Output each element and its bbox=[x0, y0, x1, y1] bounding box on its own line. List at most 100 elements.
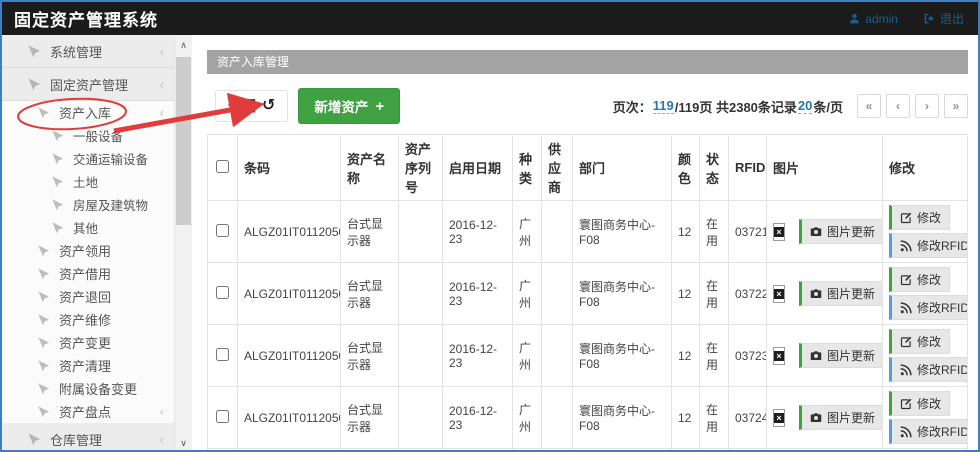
page-size-link[interactable]: 20 bbox=[798, 98, 812, 114]
cell-date: 2016-12-23 bbox=[443, 201, 513, 263]
col-header-name: 资产名称 bbox=[341, 135, 399, 201]
assets-table: 条码 资产名称 资产序列号 启用日期 种类 供应商 部门 颜色 状态 RFID … bbox=[207, 134, 968, 452]
first-page-button[interactable]: « bbox=[857, 94, 881, 118]
cell-rfid: 03723 bbox=[729, 325, 767, 387]
cell-category: 广州 bbox=[513, 387, 542, 449]
cell-serial bbox=[399, 449, 443, 452]
sidebar-menu-item[interactable]: 资产入库 ‹ bbox=[2, 101, 174, 124]
sidebar-menu-item[interactable]: 土地 bbox=[2, 170, 174, 193]
col-header-barcode: 条码 bbox=[238, 135, 341, 201]
sidebar-menu-item[interactable]: 资产维修 bbox=[2, 308, 174, 331]
camera-icon bbox=[810, 350, 822, 362]
sidebar-menu-item[interactable]: 附属设备变更 bbox=[2, 377, 174, 400]
send-icon bbox=[38, 337, 50, 349]
cell-rfid: 03724 bbox=[729, 387, 767, 449]
send-icon bbox=[38, 291, 50, 303]
send-icon bbox=[52, 130, 64, 142]
sidebar-menu-item[interactable]: 仓库管理 ‹ bbox=[2, 423, 174, 452]
edit-button[interactable]: 修改 bbox=[889, 391, 950, 416]
camera-icon bbox=[810, 226, 822, 238]
send-icon bbox=[28, 45, 41, 58]
main-content: 资产入库管理 返回 ↺ 新增资产 + 页次： 119 /119页 共2380条记… bbox=[192, 35, 978, 452]
edit-rfid-button[interactable]: 修改RFID bbox=[889, 295, 968, 320]
current-page-link[interactable]: 119 bbox=[653, 98, 674, 114]
col-header-supplier: 供应商 bbox=[542, 135, 573, 201]
cell-barcode: ALGZ01IT0112050015 bbox=[238, 263, 341, 325]
image-update-button[interactable]: 图片更新 bbox=[799, 219, 883, 244]
logout-link[interactable]: 退出 bbox=[924, 10, 964, 27]
sidebar-item-label: 资产入库 bbox=[59, 103, 160, 122]
chevron-left-icon: ‹ bbox=[160, 44, 164, 59]
cell-status: 在用 bbox=[700, 325, 729, 387]
logout-label: 退出 bbox=[940, 10, 964, 27]
chevron-left-icon: ‹ bbox=[160, 105, 164, 120]
prev-page-button[interactable]: ‹ bbox=[886, 94, 910, 118]
image-update-button[interactable]: 图片更新 bbox=[799, 405, 883, 430]
cell-color: 12 bbox=[672, 201, 700, 263]
row-checkbox[interactable] bbox=[216, 286, 229, 299]
sidebar-menu-item[interactable]: 资产领用 bbox=[2, 239, 174, 262]
cell-rfid: 03722 bbox=[729, 263, 767, 325]
row-checkbox[interactable] bbox=[216, 410, 229, 423]
col-header-picture: 图片 bbox=[767, 135, 883, 201]
col-header-status: 状态 bbox=[700, 135, 729, 201]
sidebar-menu-item[interactable]: 固定资产管理 ‹ bbox=[2, 68, 174, 101]
next-page-button[interactable]: › bbox=[915, 94, 939, 118]
cell-name: 台式显示器 bbox=[341, 201, 399, 263]
rss-icon bbox=[900, 240, 912, 252]
edit-rfid-button[interactable]: 修改RFID bbox=[889, 233, 968, 258]
sidebar-menu-item[interactable]: 其他 bbox=[2, 216, 174, 239]
sidebar-menu-item[interactable]: 资产借用 bbox=[2, 262, 174, 285]
send-icon bbox=[52, 176, 64, 188]
send-icon bbox=[28, 433, 41, 446]
edit-button[interactable]: 修改 bbox=[889, 205, 950, 230]
cell-serial bbox=[399, 387, 443, 449]
sidebar-item-label: 资产维修 bbox=[59, 310, 164, 329]
edit-button[interactable]: 修改 bbox=[889, 329, 950, 354]
sidebar-item-label: 房屋及建筑物 bbox=[73, 195, 164, 214]
add-asset-button[interactable]: 新增资产 + bbox=[298, 88, 400, 124]
cell-serial bbox=[399, 263, 443, 325]
scrollbar-thumb[interactable] bbox=[176, 57, 191, 225]
sidebar-menu-item[interactable]: 资产盘点 ‹ bbox=[2, 400, 174, 423]
last-page-button[interactable]: » bbox=[944, 94, 968, 118]
sidebar-menu-item[interactable]: 交通运输设备 bbox=[2, 147, 174, 170]
cell-barcode: ALGZ01IT0112050018 bbox=[238, 449, 341, 452]
row-checkbox[interactable] bbox=[216, 224, 229, 237]
cell-category: 广州 bbox=[513, 263, 542, 325]
app-title: 固定资产管理系统 bbox=[14, 6, 158, 31]
sidebar-menu-item[interactable]: 房屋及建筑物 bbox=[2, 193, 174, 216]
image-update-button[interactable]: 图片更新 bbox=[799, 281, 883, 306]
edit-rfid-button[interactable]: 修改RFID bbox=[889, 357, 968, 382]
sidebar-menu-item[interactable]: 一般设备 bbox=[2, 124, 174, 147]
send-icon bbox=[38, 245, 50, 257]
cell-name: 台式显示器 bbox=[341, 263, 399, 325]
table-row: ALGZ01IT0112050018 台式显示器 2016-12-23 广州 寰… bbox=[208, 449, 968, 452]
sidebar-menu-item[interactable]: 资产清理 bbox=[2, 354, 174, 377]
cell-color: 12 bbox=[672, 263, 700, 325]
image-update-button[interactable]: 图片更新 bbox=[799, 343, 883, 368]
edit-button[interactable]: 修改 bbox=[889, 267, 950, 292]
scroll-down-icon[interactable]: ∨ bbox=[175, 435, 192, 452]
select-all-checkbox[interactable] bbox=[216, 160, 229, 173]
broken-image-icon: × bbox=[773, 409, 785, 427]
cell-category: 广州 bbox=[513, 201, 542, 263]
col-header-color: 颜色 bbox=[672, 135, 700, 201]
col-header-department: 部门 bbox=[573, 135, 672, 201]
back-button[interactable]: 返回 ↺ bbox=[215, 90, 288, 122]
cell-color: 12 bbox=[672, 449, 700, 452]
scroll-up-icon[interactable]: ∧ bbox=[175, 37, 192, 54]
edit-icon bbox=[900, 274, 912, 286]
cell-barcode: ALGZ01IT0112050017 bbox=[238, 387, 341, 449]
sidebar-menu-item[interactable]: 系统管理 ‹ bbox=[2, 35, 174, 68]
sidebar-scrollbar[interactable]: ∧ ∨ bbox=[174, 35, 192, 452]
cell-status: 在用 bbox=[700, 201, 729, 263]
cell-date: 2016-12-23 bbox=[443, 387, 513, 449]
user-account-link[interactable]: admin bbox=[849, 12, 898, 26]
row-checkbox[interactable] bbox=[216, 348, 229, 361]
sidebar-item-label: 交通运输设备 bbox=[73, 149, 164, 168]
sidebar-menu-item[interactable]: 资产退回 bbox=[2, 285, 174, 308]
edit-rfid-button[interactable]: 修改RFID bbox=[889, 419, 968, 444]
send-icon bbox=[52, 199, 64, 211]
sidebar-menu-item[interactable]: 资产变更 bbox=[2, 331, 174, 354]
